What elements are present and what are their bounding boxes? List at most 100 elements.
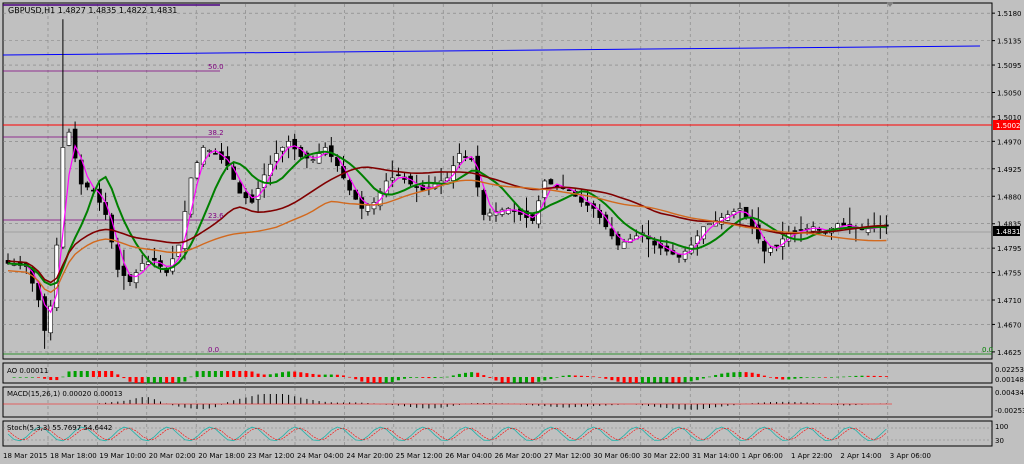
candle-body [286, 141, 291, 148]
ao-bar [98, 371, 101, 377]
price-chart[interactable]: 1.51801.51351.50951.50501.50101.49701.49… [0, 0, 1024, 464]
x-tick-label: 24 Mar 20:00 [346, 452, 393, 460]
x-tick-label: 26 Mar 04:00 [445, 452, 492, 460]
x-tick-label: 23 Mar 12:00 [248, 452, 295, 460]
candle-body [481, 190, 487, 215]
ao-bar [659, 377, 663, 383]
ao-bar [293, 371, 297, 377]
ao-bar [55, 377, 59, 381]
candle-body [798, 229, 804, 231]
candle-body [207, 150, 212, 152]
candle-body [682, 250, 688, 260]
ao-bar [494, 377, 498, 381]
ao-bar [634, 377, 638, 383]
macd-tick-top: 0.00434 [995, 389, 1024, 397]
ao-bar [122, 377, 126, 379]
x-tick-label: 18 Mar 2015 [3, 452, 47, 460]
ao-bar [287, 371, 291, 377]
ao-bar [567, 375, 571, 377]
ao-bar [61, 376, 65, 378]
candle-body [347, 180, 352, 191]
ao-bar [177, 377, 181, 383]
ao-bar [555, 377, 559, 378]
ao-bar [598, 377, 602, 378]
ao-bar [775, 377, 779, 379]
ao-bar [226, 371, 230, 377]
candle-body [457, 153, 462, 163]
fib-label-50: 50.0 [208, 63, 224, 71]
ao-bar [854, 375, 858, 377]
candle-body [103, 202, 108, 215]
ao-bar [415, 377, 419, 378]
ao-bar [476, 372, 480, 377]
ao-bar [171, 377, 175, 383]
ao-bar [403, 377, 406, 379]
fib-label-0: 0.0 [208, 346, 219, 354]
stoch-label: Stoch(5,3,3) 55.7697 54.6442 [7, 424, 112, 432]
y-tick-label: 1.5050 [997, 90, 1022, 98]
candle-body [365, 205, 371, 212]
candle-body [463, 156, 468, 158]
x-tick-label: 25 Mar 12:00 [396, 452, 443, 460]
x-tick-label: 1 Apr 22:00 [791, 452, 832, 460]
ao-bar [396, 377, 400, 381]
chart-window[interactable]: 1.5180 1.5135 1.5095 1.5050 1.5010 1.4970 1.49… [0, 0, 1024, 464]
ao-bar [384, 377, 388, 383]
ao-bar [165, 377, 169, 383]
ao-bar [220, 371, 223, 377]
macd-tick-bottom: -0.00253 [995, 407, 1024, 415]
ao-bar [30, 377, 34, 378]
ao-bar [769, 377, 772, 378]
macd-label: MACD(15,26,1) 0.00020 0.00013 [7, 390, 123, 398]
ao-bar [134, 377, 138, 383]
ao-bar [116, 374, 120, 377]
ao-bar [366, 377, 370, 383]
x-tick-label: 18 Mar 18:00 [50, 452, 97, 460]
candle-body [762, 241, 767, 252]
ao-bar [335, 374, 339, 377]
ao-bar [189, 376, 193, 378]
ao-bar [653, 377, 657, 383]
ao-bar [238, 371, 242, 377]
candle-body [194, 162, 200, 179]
ao-bar [250, 371, 254, 377]
current-price-label: 1.4831 [996, 228, 1021, 236]
ao-bar [512, 377, 516, 383]
ao-bar [305, 373, 309, 377]
candle-body [66, 131, 72, 146]
y-tick-label: 1.4710 [997, 297, 1022, 305]
candle-body [280, 147, 285, 152]
ao-bar [787, 377, 791, 380]
ao-bar [342, 375, 345, 377]
ao-tick-bottom: 0.00148 [995, 376, 1024, 384]
ao-bar [85, 371, 89, 377]
ao-bar [695, 377, 699, 381]
candle-body [707, 223, 712, 226]
x-tick-label: 2 Apr 14:00 [840, 452, 881, 460]
candle-body [396, 174, 401, 176]
ao-bar [561, 375, 565, 377]
candle-body [816, 229, 822, 231]
ao-bar [799, 377, 803, 379]
ao-bar [647, 377, 650, 383]
ao-bar [549, 377, 553, 380]
ao-bar [348, 376, 352, 378]
ao-bar [823, 377, 827, 378]
candle-body [237, 182, 243, 194]
x-tick-label: 20 Mar 18:00 [198, 452, 245, 460]
ao-bar [470, 372, 474, 377]
ao-bar [146, 377, 150, 383]
ao-bar [793, 377, 797, 379]
ao-bar [622, 377, 626, 383]
ao-bar [482, 375, 486, 377]
ao-bar [744, 372, 748, 377]
ao-bar [159, 377, 162, 383]
ao-bar [433, 377, 437, 379]
ao-bar [451, 375, 455, 377]
ao-bar [232, 371, 236, 377]
y-tick-label: 1.5135 [997, 38, 1022, 46]
ao-label: AO 0.00011 [7, 367, 48, 375]
ao-bar [360, 377, 364, 382]
candle-body [652, 240, 657, 246]
x-axis: 18 Mar 2015 18 Mar 18:00 19 Mar 10:00 20 Ma… [3, 452, 931, 460]
